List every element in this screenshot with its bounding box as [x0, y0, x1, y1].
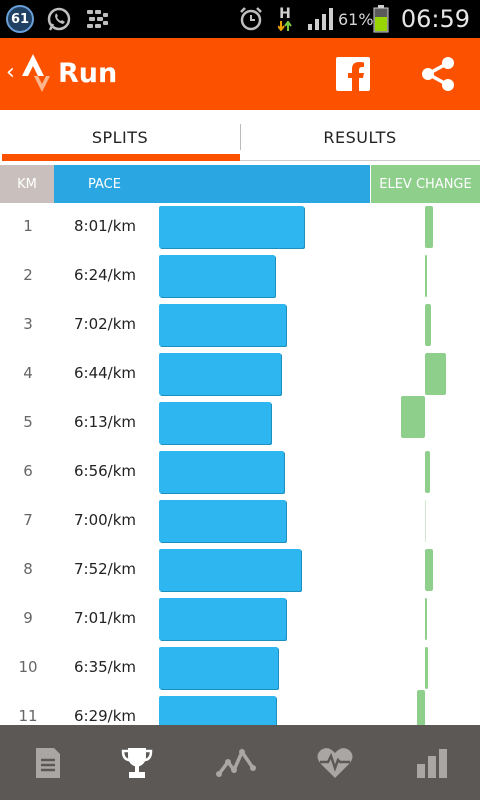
split-km: 1 — [23, 217, 33, 235]
strava-logo-icon[interactable] — [20, 52, 52, 98]
elev-change-bar — [401, 396, 425, 438]
nav-overview[interactable] — [0, 725, 96, 800]
split-pace: 8:01/km — [74, 217, 137, 235]
split-row: 1 8:01/km — [0, 203, 480, 252]
splits-list[interactable]: 1 8:01/km 2 6:24/km 3 7:02/km 4 6:44/km 5 6:13/km… — [0, 203, 480, 725]
battery-icon — [372, 5, 390, 33]
elev-change-bar — [425, 255, 427, 297]
clock: 06:59 — [400, 5, 470, 33]
split-km: 6 — [23, 462, 33, 480]
alarm-icon — [238, 7, 264, 31]
bar-chart-icon — [417, 748, 447, 778]
elev-change-bar — [417, 690, 425, 725]
tab-results[interactable]: RESULTS — [240, 110, 480, 164]
split-km: 2 — [23, 266, 33, 284]
split-km: 11 — [18, 707, 38, 725]
pace-bar — [159, 549, 301, 591]
selected-tab-indicator — [2, 154, 240, 161]
trophy-icon — [121, 747, 153, 778]
split-pace: 6:24/km — [74, 266, 137, 284]
elev-change-bar — [425, 206, 433, 248]
pace-bar — [159, 402, 271, 444]
nav-achievements[interactable] — [89, 725, 185, 800]
split-row: 6 6:56/km — [0, 448, 480, 497]
pace-bar — [159, 451, 284, 493]
splits-column-headers: KM PACE ELEV CHANGE — [0, 165, 480, 203]
split-pace: 6:44/km — [74, 364, 137, 382]
split-pace: 6:29/km — [74, 707, 137, 725]
heart-rate-icon — [317, 747, 353, 778]
split-pace: 6:13/km — [74, 413, 137, 431]
page-title: Run — [58, 58, 118, 89]
app-toolbar: ‹ Run — [0, 38, 480, 110]
activity-graph-icon — [216, 747, 256, 777]
elev-change-bar — [425, 500, 426, 542]
elev-change-bar — [425, 304, 431, 346]
split-pace: 7:00/km — [74, 511, 137, 529]
split-pace: 7:01/km — [74, 609, 137, 627]
document-icon — [36, 747, 60, 778]
elev-change-bar — [425, 451, 430, 493]
pace-bar — [159, 696, 276, 725]
nav-analysis[interactable] — [188, 725, 284, 800]
pace-bar — [159, 500, 286, 542]
battery-percent: 61% — [338, 10, 374, 29]
facebook-icon[interactable] — [336, 57, 370, 91]
elev-change-column-header: ELEV CHANGE — [371, 165, 480, 203]
split-pace: 6:56/km — [74, 462, 137, 480]
nav-heart-rate[interactable] — [287, 725, 383, 800]
share-icon[interactable] — [420, 56, 456, 96]
whatsapp-icon — [45, 7, 73, 31]
split-pace: 7:02/km — [74, 315, 137, 333]
network-type-indicator: H — [274, 7, 296, 31]
pace-bar — [159, 304, 286, 346]
split-km: 7 — [23, 511, 33, 529]
elev-change-bar — [425, 647, 428, 689]
split-row: 8 7:52/km — [0, 546, 480, 595]
pace-bar — [159, 647, 278, 689]
split-km: 9 — [23, 609, 33, 627]
split-row: 5 6:13/km — [0, 396, 480, 448]
split-row: 4 6:44/km — [0, 350, 480, 399]
status-bar: 61 H 61% 06:59 — [0, 0, 480, 38]
split-km: 4 — [23, 364, 33, 382]
back-button[interactable]: ‹ — [6, 60, 15, 85]
nav-stats[interactable] — [384, 725, 480, 800]
blackberry-messenger-icon — [84, 7, 110, 31]
notification-count-badge: 61 — [6, 5, 34, 33]
pace-bar — [159, 353, 281, 395]
pace-bar — [159, 598, 286, 640]
split-km: 10 — [18, 658, 38, 676]
elev-change-bar — [425, 353, 446, 395]
split-row: 3 7:02/km — [0, 301, 480, 350]
split-km: 3 — [23, 315, 33, 333]
tab-underline — [240, 160, 480, 161]
split-km: 5 — [23, 413, 33, 431]
bottom-navigation — [0, 725, 480, 800]
elev-change-bar — [425, 598, 427, 640]
pace-bar — [159, 255, 275, 297]
pace-bar — [159, 206, 304, 248]
split-row: 2 6:24/km — [0, 252, 480, 301]
split-row: 9 7:01/km — [0, 595, 480, 644]
elev-change-bar — [425, 549, 433, 591]
split-row: 7 7:00/km — [0, 497, 480, 546]
signal-icon — [306, 7, 338, 31]
split-row: 10 6:35/km — [0, 644, 480, 693]
split-pace: 6:35/km — [74, 658, 137, 676]
km-column-header: KM — [0, 165, 54, 203]
split-row: 11 6:29/km — [0, 690, 480, 725]
pace-column-header: PACE — [54, 165, 370, 203]
split-km: 8 — [23, 560, 33, 578]
split-pace: 7:52/km — [74, 560, 137, 578]
